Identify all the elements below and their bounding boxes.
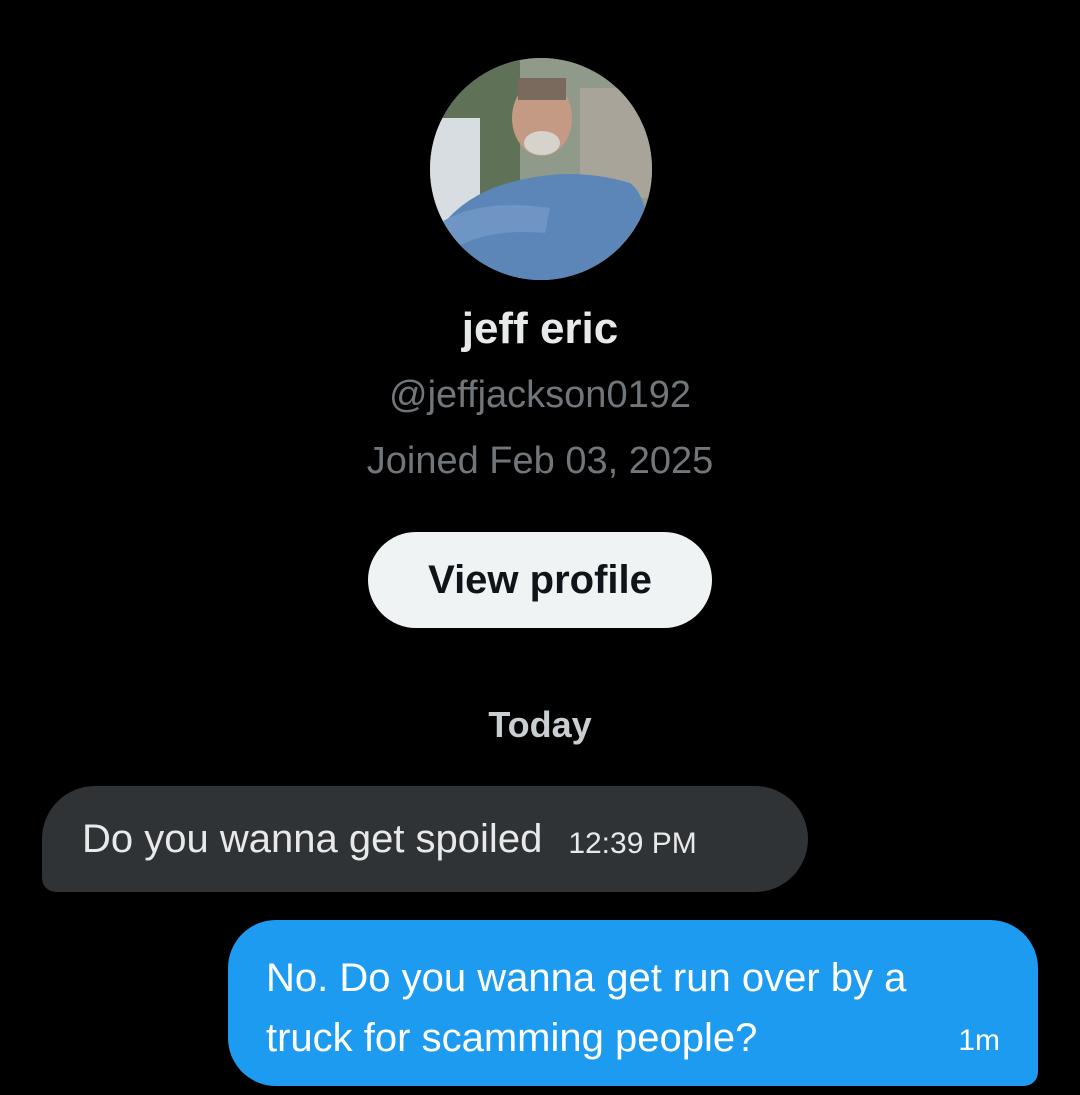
avatar-photo — [430, 58, 652, 280]
display-name: jeff eric — [461, 304, 619, 353]
joined-date: Joined Feb 03, 2025 — [366, 440, 714, 482]
incoming-message-bubble[interactable]: Do you wanna get spoiled 12:39 PM — [42, 786, 808, 892]
message-text: No. Do you wanna get run over by a truck… — [266, 956, 907, 1060]
message-timestamp: 12:39 PM — [568, 827, 697, 860]
view-profile-button[interactable]: View profile — [368, 532, 712, 628]
user-handle: @jeffjackson0192 — [389, 374, 691, 416]
message-text: Do you wanna get spoiled — [82, 816, 543, 861]
message-timestamp: 1m — [958, 1024, 1000, 1057]
profile-avatar[interactable] — [430, 58, 652, 280]
outgoing-message-bubble[interactable]: No. Do you wanna get run over by a truck… — [228, 920, 1038, 1086]
date-separator: Today — [488, 704, 592, 745]
